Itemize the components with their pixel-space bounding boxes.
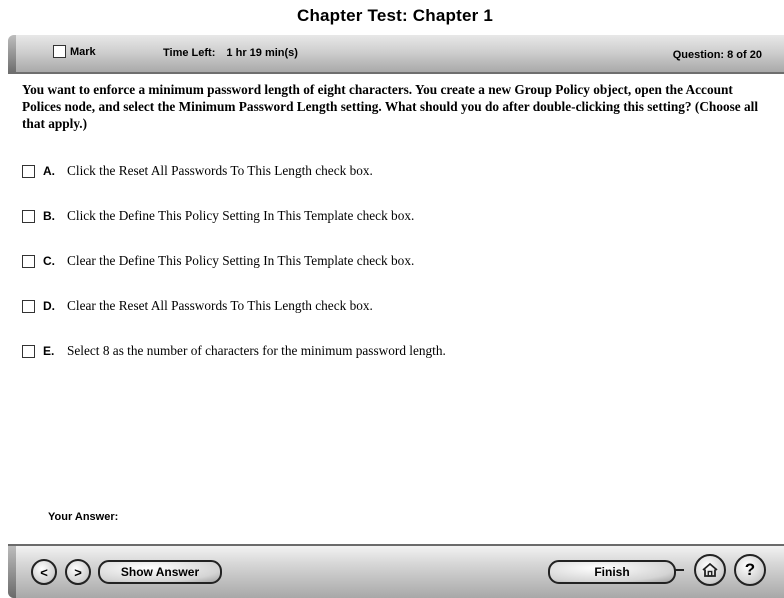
next-button[interactable]: > bbox=[65, 559, 91, 585]
option-a-checkbox[interactable] bbox=[22, 164, 35, 178]
mark-checkbox[interactable] bbox=[53, 45, 66, 58]
option-c[interactable]: C. Clear the Define This Policy Setting … bbox=[22, 253, 414, 269]
show-answer-button[interactable]: Show Answer bbox=[98, 560, 222, 584]
option-letter: E. bbox=[43, 344, 55, 358]
previous-button[interactable]: < bbox=[31, 559, 57, 585]
option-letter: B. bbox=[43, 209, 55, 223]
option-e-checkbox[interactable] bbox=[22, 344, 35, 358]
home-icon bbox=[702, 562, 718, 577]
option-d-checkbox[interactable] bbox=[22, 299, 35, 313]
time-left-value: 1 hr 19 min(s) bbox=[226, 47, 298, 59]
option-text: Click the Reset All Passwords To This Le… bbox=[67, 163, 373, 178]
option-text: Select 8 as the number of characters for… bbox=[67, 343, 446, 358]
option-b-checkbox[interactable] bbox=[22, 209, 35, 223]
option-text: Click the Define This Policy Setting In … bbox=[67, 208, 415, 223]
option-letter: A. bbox=[43, 164, 55, 178]
option-a[interactable]: A. Click the Reset All Passwords To This… bbox=[22, 163, 373, 179]
option-text: Clear the Define This Policy Setting In … bbox=[67, 253, 415, 268]
time-left-label: Time Left: bbox=[163, 47, 216, 59]
time-left: Time Left: 1 hr 19 min(s) bbox=[163, 47, 298, 59]
option-b[interactable]: B. Click the Define This Policy Setting … bbox=[22, 208, 414, 224]
show-answer-label: Show Answer bbox=[120, 565, 200, 579]
question-counter: Question: 8 of 20 bbox=[672, 49, 762, 61]
footer-bar: < > Show Answer Finish ? bbox=[8, 544, 784, 598]
help-button[interactable]: ? bbox=[734, 554, 766, 586]
finish-button[interactable]: Finish bbox=[548, 560, 684, 584]
finish-label: Finish bbox=[594, 565, 630, 579]
test-title: Chapter Test: Chapter 1 bbox=[296, 6, 494, 25]
option-text: Clear the Reset All Passwords To This Le… bbox=[67, 298, 373, 313]
help-icon: ? bbox=[744, 560, 756, 579]
mark-label: Mark bbox=[70, 45, 96, 58]
previous-icon: < bbox=[40, 564, 48, 580]
your-answer-label: Your Answer: bbox=[48, 511, 119, 523]
title-bar: Chapter Test: Chapter 1 bbox=[0, 0, 784, 32]
option-letter: D. bbox=[43, 299, 55, 313]
option-d[interactable]: D. Clear the Reset All Passwords To This… bbox=[22, 298, 373, 314]
option-e[interactable]: E. Select 8 as the number of characters … bbox=[22, 343, 446, 359]
home-button[interactable] bbox=[694, 554, 726, 586]
question-text: You want to enforce a minimum password l… bbox=[22, 82, 759, 131]
option-c-checkbox[interactable] bbox=[22, 254, 35, 268]
header-bar: Mark Time Left: 1 hr 19 min(s) Question:… bbox=[8, 35, 784, 74]
option-letter: C. bbox=[43, 254, 55, 268]
mark-toggle[interactable]: Mark bbox=[53, 45, 96, 58]
next-icon: > bbox=[74, 564, 82, 580]
